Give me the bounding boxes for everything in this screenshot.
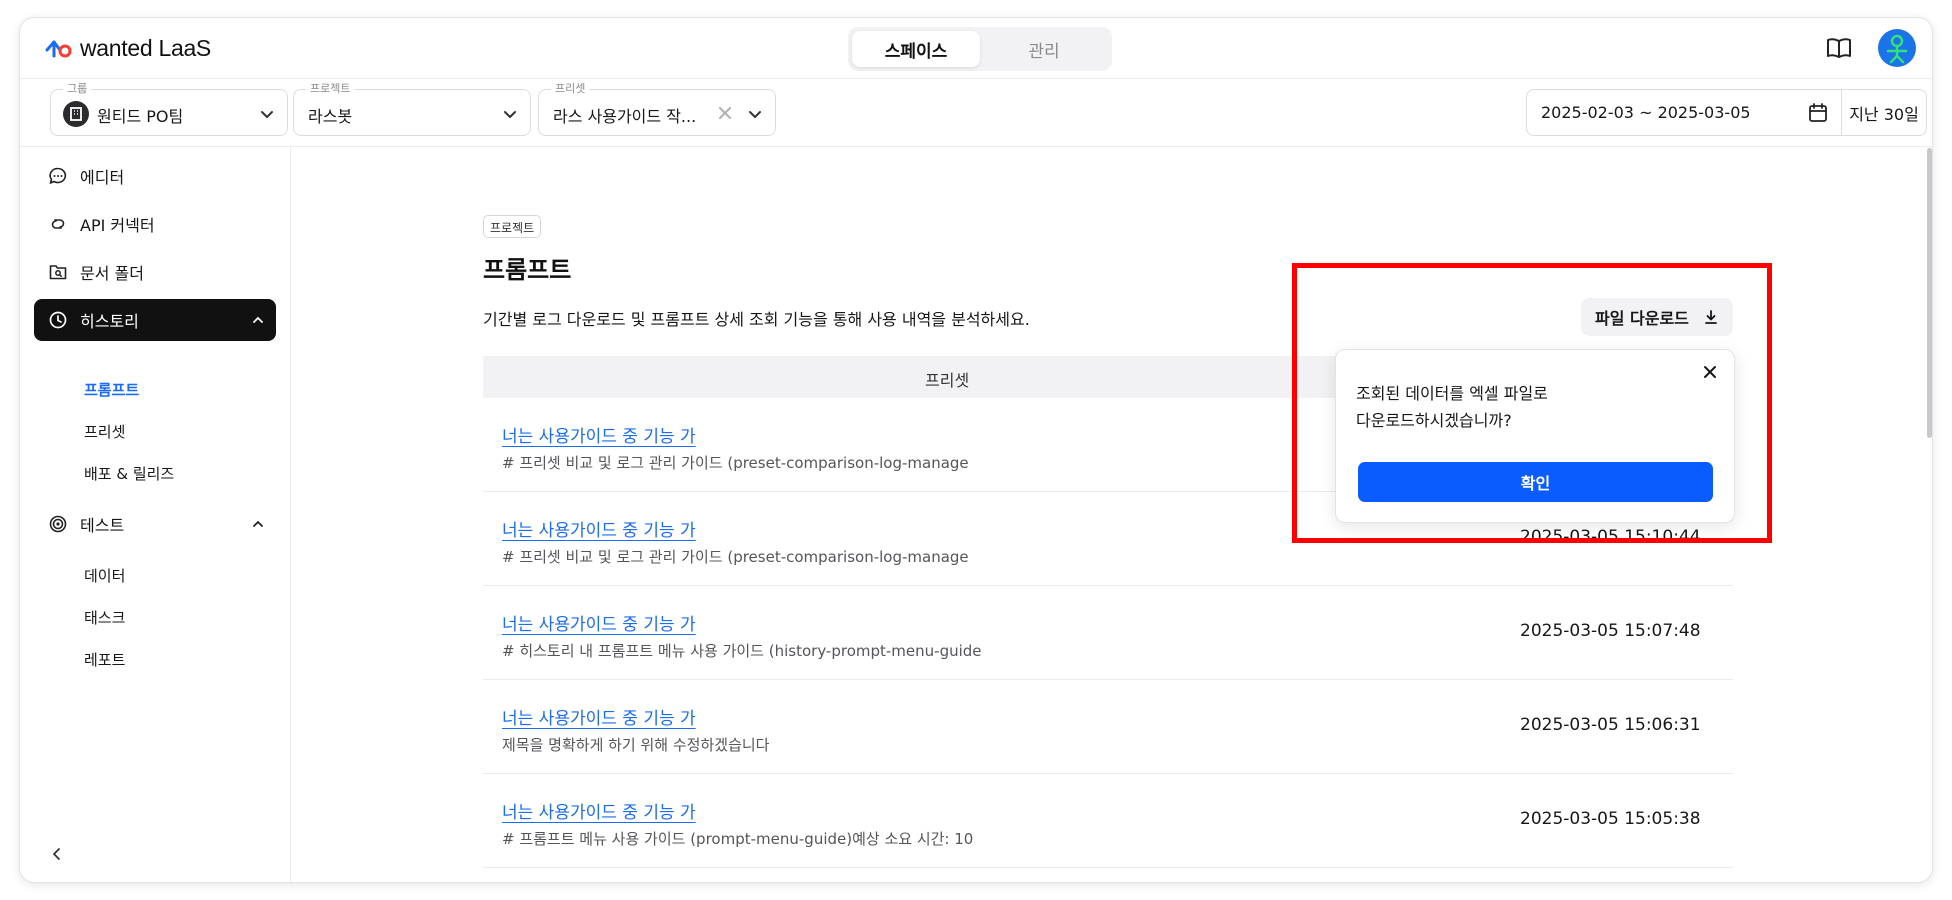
tab-space[interactable]: 스페이스	[852, 31, 980, 67]
sidebar-item-label: 테스트	[80, 516, 125, 535]
sidebar-item-label: 문서 폴더	[80, 264, 144, 283]
group-select[interactable]: 그룹 원티드 PO팀	[50, 82, 288, 136]
row-date: 2025-03-05 15:05:38	[1520, 809, 1701, 829]
group-select-value: 원티드 PO팀	[97, 107, 184, 126]
section-badge: 프로젝트	[483, 215, 542, 238]
page-description: 기간별 로그 다운로드 및 프롬프트 상세 조회 기능을 통해 사용 내역을 분…	[483, 310, 1030, 329]
row-subtitle: # 프롬프트 메뉴 사용 가이드 (prompt-menu-guide)예상 소…	[502, 830, 974, 848]
project-select-label: 프로젝트	[306, 82, 355, 96]
scrollbar[interactable]	[1927, 148, 1932, 438]
row-subtitle: # 프리셋 비교 및 로그 관리 가이드 (preset-comparison-…	[502, 548, 969, 566]
highlight-box	[1292, 263, 1772, 543]
row-date: 2025-03-05 15:07:48	[1520, 621, 1701, 641]
row-title-link[interactable]: 너는 사용가이드 중 기능 가	[502, 704, 696, 729]
preset-select-value: 라스 사용가이드 작...	[553, 107, 697, 126]
sidebar-subitem-deploy-release[interactable]: 배포 & 릴리즈	[84, 463, 174, 484]
row-title-link[interactable]: 너는 사용가이드 중 기능 가	[502, 422, 696, 447]
date-range-picker[interactable]: 2025-02-03 ~ 2025-03-05	[1526, 89, 1842, 136]
tab-manage[interactable]: 관리	[980, 31, 1108, 67]
logo[interactable]: wanted LaaS	[44, 33, 211, 63]
sidebar-item-test[interactable]: 테스트	[34, 503, 276, 545]
project-select[interactable]: 프로젝트 라스봇	[293, 82, 531, 136]
preset-select-label: 프리셋	[551, 82, 590, 96]
sidebar-subitem-prompt[interactable]: 프롬프트	[84, 379, 139, 400]
page-title: 프롬프트	[483, 256, 572, 284]
project-select-value: 라스봇	[308, 107, 353, 126]
chevron-up-icon	[253, 520, 263, 527]
chevron-down-icon	[504, 111, 516, 118]
sidebar-item-history[interactable]: 히스토리	[34, 299, 276, 341]
row-date: 2025-03-05 15:06:31	[1520, 715, 1701, 735]
space-mode-switch: 스페이스 관리	[848, 27, 1112, 71]
preset-select[interactable]: 프리셋 라스 사용가이드 작...	[538, 82, 776, 136]
building-icon	[63, 101, 89, 127]
sidebar-item-document-folder[interactable]: 문서 폴더	[34, 251, 276, 293]
folder-search-icon	[49, 265, 67, 280]
sidebar-item-editor[interactable]: 에디터	[34, 155, 276, 197]
calendar-icon	[1809, 103, 1827, 122]
sidebar-item-label: 에디터	[80, 168, 125, 187]
sidebar-item-label: API 커넥터	[80, 216, 155, 235]
filter-bar: 그룹 원티드 PO팀 프로젝트 라스봇 프리셋 라스 사용가이드 작... 20…	[20, 79, 1932, 147]
row-title-link[interactable]: 너는 사용가이드 중 기능 가	[502, 798, 696, 823]
logo-icon	[45, 40, 72, 58]
app-window: wanted LaaS 스페이스 관리 그룹 원티드 PO팀 프로젝트 라스봇 …	[20, 18, 1932, 882]
sidebar: 에디터 API 커넥터 문서 폴더 히스토리 프롬프트 프리셋 배포 & 릴리즈…	[20, 147, 291, 882]
last-30-days-button[interactable]: 지난 30일	[1841, 89, 1927, 136]
chevron-up-icon	[253, 316, 263, 323]
user-avatar-icon	[1886, 34, 1908, 64]
row-subtitle: # 프리셋 비교 및 로그 관리 가이드 (preset-comparison-…	[502, 454, 969, 472]
target-icon	[49, 515, 67, 533]
row-subtitle: 제목을 명확하게 하기 위해 수정하겠습니다	[502, 736, 770, 754]
column-header-preset: 프리셋	[925, 371, 970, 390]
chevron-down-icon	[261, 111, 273, 118]
clock-icon	[49, 311, 67, 329]
table-row[interactable]: 너는 사용가이드 중 기능 가 # 히스토리 내 프롬프트 메뉴 사용 가이드 …	[483, 586, 1733, 680]
sidebar-subitem-task[interactable]: 태스크	[84, 607, 125, 628]
date-range-value: 2025-02-03 ~ 2025-03-05	[1541, 103, 1751, 122]
logo-text: wanted LaaS	[80, 34, 211, 61]
row-title-link[interactable]: 너는 사용가이드 중 기능 가	[502, 516, 696, 541]
sidebar-subitem-preset[interactable]: 프리셋	[84, 421, 125, 442]
sidebar-item-api-connector[interactable]: API 커넥터	[34, 203, 276, 245]
table-row[interactable]: 너는 사용가이드 중 기능 가 # 프롬프트 메뉴 사용 가이드 (prompt…	[483, 774, 1733, 868]
clear-icon[interactable]	[717, 105, 733, 121]
row-title-link[interactable]: 너는 사용가이드 중 기능 가	[502, 610, 696, 635]
avatar[interactable]	[1878, 29, 1916, 67]
link-icon	[51, 219, 65, 229]
collapse-sidebar-icon[interactable]	[50, 847, 64, 861]
chat-bubble-icon	[49, 167, 67, 184]
sidebar-subitem-data[interactable]: 데이터	[84, 565, 125, 586]
group-select-label: 그룹	[63, 82, 92, 96]
top-bar: wanted LaaS 스페이스 관리	[20, 18, 1932, 79]
sidebar-item-label: 히스토리	[80, 312, 139, 331]
sidebar-subitem-report[interactable]: 레포트	[84, 649, 125, 670]
row-subtitle: # 히스토리 내 프롬프트 메뉴 사용 가이드 (history-prompt-…	[502, 642, 982, 660]
book-icon[interactable]	[1826, 36, 1852, 60]
chevron-down-icon	[749, 111, 761, 118]
table-row[interactable]: 너는 사용가이드 중 기능 가 제목을 명확하게 하기 위해 수정하겠습니다 2…	[483, 680, 1733, 774]
